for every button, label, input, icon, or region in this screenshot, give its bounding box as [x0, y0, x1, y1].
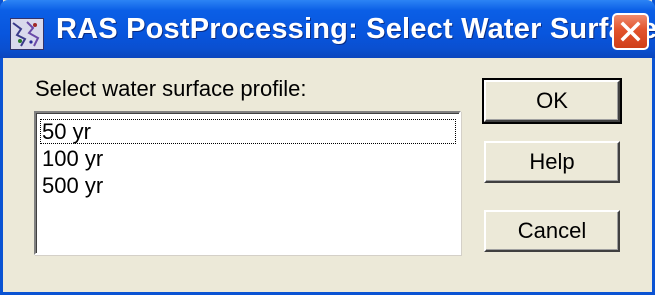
ok-button[interactable]: OK — [482, 78, 622, 124]
title-bar[interactable]: RAS PostProcessing: Select Water Surface… — [0, 0, 655, 58]
cancel-button[interactable]: Cancel — [484, 210, 620, 252]
profile-prompt-label: Select water surface profile: — [35, 76, 307, 101]
app-icon — [10, 18, 44, 50]
list-item-50yr[interactable]: 50 yr — [40, 119, 456, 144]
close-button[interactable] — [612, 13, 649, 50]
window-title: RAS PostProcessing: Select Water Surface… — [56, 13, 655, 45]
list-item-100yr[interactable]: 100 yr — [40, 146, 103, 171]
list-item-500yr[interactable]: 500 yr — [40, 173, 103, 198]
dialog-window: RAS PostProcessing: Select Water Surface… — [0, 0, 655, 295]
profile-listbox[interactable]: 50 yr 100 yr 500 yr — [34, 111, 461, 255]
help-button[interactable]: Help — [484, 141, 620, 183]
close-icon — [620, 21, 641, 42]
